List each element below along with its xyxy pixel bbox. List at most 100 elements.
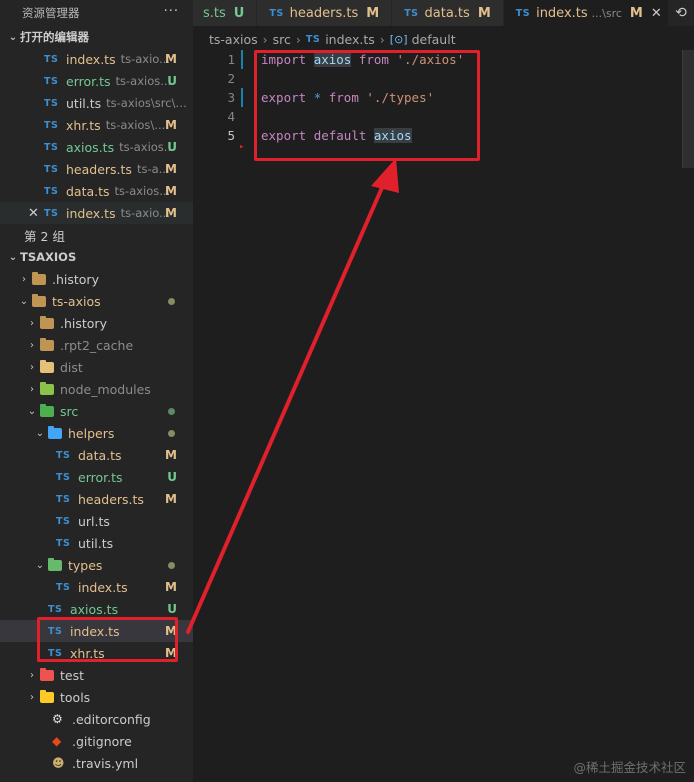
chevron-down-icon[interactable]: ⌄ (24, 406, 40, 417)
tree-file[interactable]: ◆ .gitignore (0, 730, 193, 752)
tree-folder[interactable]: › .rpt2_cache (0, 334, 193, 356)
line-number: 2 (227, 71, 235, 86)
tree-folder[interactable]: › .history (0, 268, 193, 290)
config-file-icon: ◆ (52, 734, 62, 748)
chevron-right-icon[interactable]: › (16, 274, 32, 285)
git-status-badge: U (233, 5, 245, 21)
chevron-right-icon[interactable]: › (24, 692, 40, 703)
tree-folder[interactable]: › node_modules (0, 378, 193, 400)
symbol-variable-icon: [⊙] (389, 32, 408, 46)
git-status-badge: M (165, 162, 177, 176)
tree-folder[interactable]: › test (0, 664, 193, 686)
typescript-file-icon: TS (48, 603, 63, 615)
folder-icon (40, 381, 54, 395)
open-editors-title: 打开的编辑器 (20, 30, 89, 44)
tree-file[interactable]: ☻ .travis.yml (0, 752, 193, 774)
gutter-modified-marker (241, 88, 243, 107)
tree-item-label: .rpt2_cache (60, 337, 134, 353)
tree-item-label: headers.ts (78, 491, 144, 507)
tree-file[interactable]: TS error.ts U (0, 466, 193, 488)
chevron-right-icon[interactable]: › (24, 670, 40, 681)
open-editors-header[interactable]: ⌄ 打开的编辑器 (0, 26, 193, 48)
editor-group-2[interactable]: 第 2 组 (0, 224, 193, 246)
explorer-header: 资源管理器 ··· (0, 0, 193, 26)
typescript-file-icon: TS (44, 75, 59, 87)
folder-icon (40, 359, 54, 373)
tree-item-label: .travis.yml (72, 755, 139, 771)
chevron-down-icon[interactable]: ⌄ (16, 296, 32, 307)
folder-icon (40, 689, 54, 703)
tree-file[interactable]: TS index.ts M (0, 576, 193, 598)
tree-file[interactable]: TS headers.ts M (0, 488, 193, 510)
editor-tab[interactable]: s.ts U (193, 0, 258, 26)
open-editor-item[interactable]: ✕ TS index.ts ts-axio... M (0, 202, 193, 224)
editor-tab[interactable]: TS headers.ts M (257, 0, 393, 26)
file-path: ts-axio... (120, 206, 171, 220)
tree-folder[interactable]: ⌄ ts-axios (0, 290, 193, 312)
typescript-file-icon: TS (44, 163, 59, 175)
tree-file[interactable]: TS util.ts (0, 532, 193, 554)
open-editor-item[interactable]: TS util.ts ts-axios\src\hel... (0, 92, 193, 114)
chevron-down-icon[interactable]: ⌄ (32, 428, 48, 439)
tree-folder[interactable]: ⌄ helpers (0, 422, 193, 444)
open-editor-item[interactable]: TS xhr.ts ts-axios\... M (0, 114, 193, 136)
chevron-right-icon[interactable]: › (24, 340, 40, 351)
tree-folder[interactable]: › dist (0, 356, 193, 378)
open-editor-item[interactable]: TS axios.ts ts-axios... U (0, 136, 193, 158)
open-editor-item[interactable]: TS data.ts ts-axios... M (0, 180, 193, 202)
tree-file[interactable]: TS url.ts (0, 510, 193, 532)
git-status-badge: U (167, 74, 177, 88)
breadcrumb-file[interactable]: index.ts (325, 32, 375, 47)
breadcrumb-folder[interactable]: ts-axios (209, 32, 258, 47)
editor-group-label: 第 2 组 (24, 228, 65, 244)
breadcrumb-folder[interactable]: src (273, 32, 291, 47)
typescript-file-icon: TS (305, 33, 321, 45)
tab-label: index.ts (536, 5, 588, 21)
tree-item-label: url.ts (78, 513, 110, 529)
git-status-badge: M (165, 492, 177, 506)
git-status-badge: U (167, 140, 177, 154)
git-status-dot (168, 297, 175, 305)
editor-tab[interactable]: TS index.ts ...\src M ✕ (503, 0, 675, 26)
breadcrumb-symbol[interactable]: default (412, 32, 456, 47)
project-title: TSAXIOS (20, 250, 77, 264)
git-status-badge: M (366, 5, 380, 21)
editor-tab[interactable]: TS data.ts M (392, 0, 504, 26)
tree-item-label: test (60, 667, 85, 683)
open-changes-icon[interactable]: ⟲ (668, 0, 694, 26)
chevron-down-icon[interactable]: ⌄ (32, 560, 48, 571)
tab-label: s.ts (203, 5, 226, 21)
gutter-modified-marker (241, 50, 243, 69)
git-status-badge: M (165, 52, 177, 66)
file-path: ts-axios... (115, 74, 172, 88)
chevron-right-icon[interactable]: › (24, 362, 40, 373)
typescript-file-icon: TS (269, 7, 284, 19)
git-status-badge: M (165, 206, 177, 220)
file-path: ts-axios... (114, 184, 171, 198)
tree-item-label: helpers (68, 425, 115, 441)
git-status-dot (168, 407, 175, 415)
tree-item-label: dist (60, 359, 83, 375)
chevron-right-icon[interactable]: › (24, 318, 40, 329)
open-editor-item[interactable]: TS error.ts ts-axios... U (0, 70, 193, 92)
tree-folder[interactable]: › tools (0, 686, 193, 708)
tree-folder[interactable]: › .history (0, 312, 193, 334)
chevron-right-icon[interactable]: › (24, 384, 40, 395)
open-editor-item[interactable]: TS index.ts ts-axio... M (0, 48, 193, 70)
file-name: axios.ts (66, 139, 115, 155)
folder-icon (40, 315, 54, 329)
open-editors-list: TS index.ts ts-axio... M TS error.ts ts-axios.… (0, 48, 193, 224)
file-name: util.ts (66, 95, 102, 111)
close-icon[interactable]: ✕ (28, 206, 39, 221)
tree-folder[interactable]: ⌄ types (0, 554, 193, 576)
more-actions-icon[interactable]: ··· (164, 4, 179, 19)
close-icon[interactable]: ✕ (651, 6, 662, 21)
tree-folder[interactable]: ⌄ src (0, 400, 193, 422)
folder-icon (32, 293, 46, 307)
project-header[interactable]: ⌄ TSAXIOS (0, 246, 193, 268)
tree-file[interactable]: TS data.ts M (0, 444, 193, 466)
tree-file[interactable]: ⚙ .editorconfig (0, 708, 193, 730)
open-editor-item[interactable]: TS headers.ts ts-a... M (0, 158, 193, 180)
folder-icon (40, 403, 54, 417)
chevron-right-icon: › (295, 31, 301, 47)
